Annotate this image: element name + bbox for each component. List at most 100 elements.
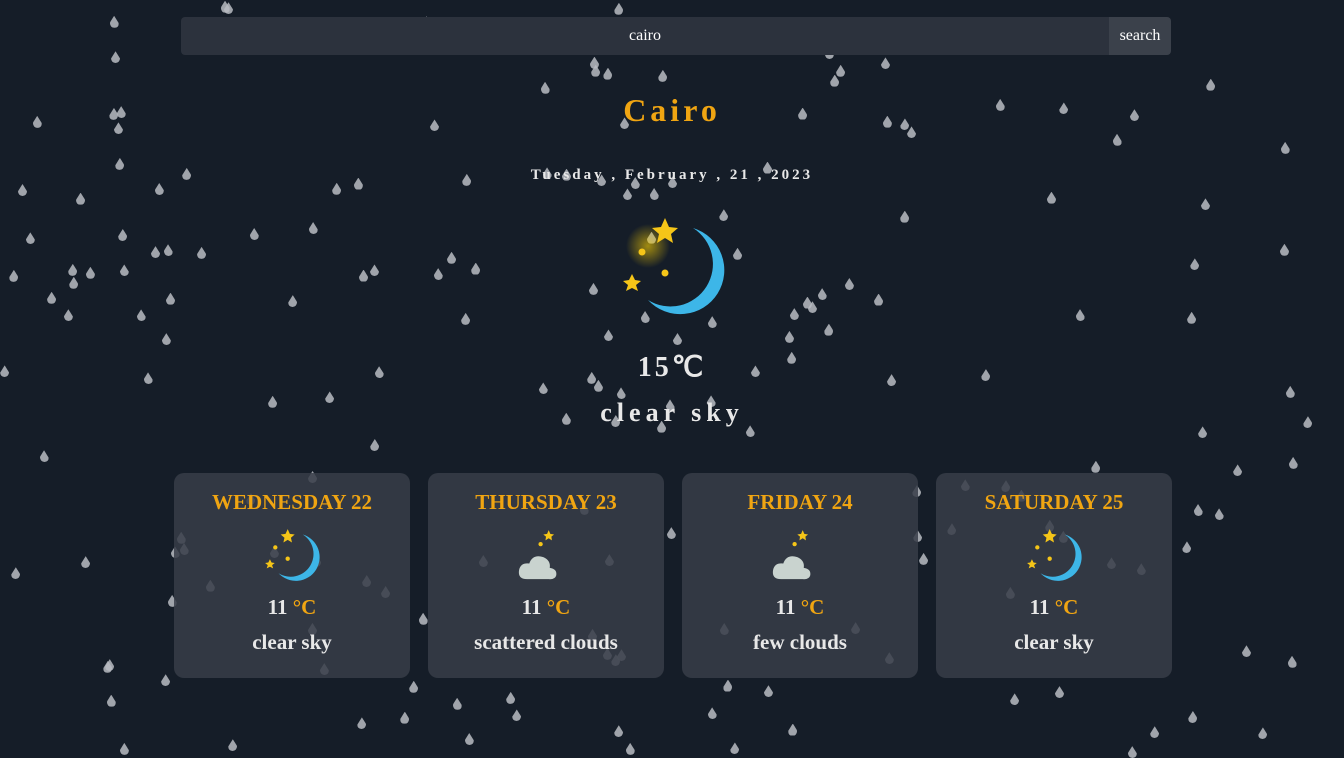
raindrop — [464, 733, 474, 746]
raindrop — [332, 182, 342, 195]
raindrop — [111, 51, 121, 64]
raindrop — [452, 697, 462, 710]
raindrop — [807, 301, 817, 314]
raindrop — [433, 268, 443, 281]
raindrop — [369, 264, 379, 277]
raindrop — [1200, 198, 1210, 211]
raindrop — [538, 382, 548, 395]
raindrop — [614, 725, 624, 738]
forecast-temp: 11 °C — [521, 595, 571, 619]
forecast-temp: 11 °C — [267, 595, 317, 619]
raindrop — [18, 184, 27, 196]
raindrop — [68, 263, 78, 276]
raindrop — [1187, 311, 1197, 324]
forecast-list: WEDNESDAY 22 11 °C clear sky THURSDAY 23… — [174, 473, 1172, 678]
clear-night-icon — [936, 525, 1172, 587]
raindrop — [85, 266, 95, 279]
raindrop — [1280, 141, 1290, 154]
raindrop — [707, 707, 717, 720]
raindrop — [733, 247, 743, 260]
raindrop — [830, 74, 840, 87]
raindrop — [658, 69, 668, 82]
raindrop — [223, 2, 233, 15]
raindrop — [471, 262, 481, 275]
raindrop — [69, 276, 79, 289]
raindrop — [874, 293, 884, 306]
raindrop — [103, 660, 113, 673]
raindrop — [165, 292, 175, 305]
raindrop — [589, 56, 599, 69]
raindrop — [836, 64, 846, 77]
forecast-description: scattered clouds — [474, 630, 618, 654]
raindrop — [789, 308, 799, 321]
raindrop — [119, 742, 129, 755]
raindrop — [154, 182, 164, 195]
raindrop — [1127, 746, 1137, 758]
raindrop — [1258, 727, 1268, 740]
current-description: clear sky — [600, 398, 744, 427]
raindrop — [1010, 693, 1020, 706]
raindrop — [603, 329, 613, 342]
raindrop — [63, 309, 73, 322]
raindrop — [249, 228, 259, 241]
raindrop — [1182, 541, 1192, 554]
raindrop — [1214, 508, 1224, 521]
raindrop — [106, 694, 116, 707]
raindrop — [824, 323, 834, 336]
clear-night-icon — [618, 216, 728, 325]
raindrop — [784, 330, 794, 343]
raindrop — [506, 691, 516, 704]
raindrop — [844, 277, 854, 290]
raindrop — [161, 333, 171, 346]
raindrop — [409, 680, 419, 693]
raindrop — [25, 232, 35, 245]
forecast-temp: 11 °C — [775, 595, 825, 619]
forecast-day: WEDNESDAY 22 — [211, 490, 373, 514]
raindrop — [9, 269, 19, 282]
current-date: Tuesday , February , 21 , 2023 — [530, 167, 814, 183]
raindrop — [1075, 309, 1085, 322]
forecast-day: THURSDAY 23 — [475, 490, 617, 514]
raindrop — [39, 450, 49, 463]
raindrop — [730, 742, 740, 755]
raindrop — [197, 246, 207, 259]
raindrop — [1190, 258, 1200, 271]
raindrop — [105, 659, 115, 672]
raindrop — [359, 269, 369, 282]
raindrop — [119, 264, 129, 277]
raindrop — [649, 187, 659, 200]
raindrop — [161, 674, 171, 687]
search-bar: search — [181, 17, 1171, 55]
search-button[interactable]: search — [1109, 17, 1171, 55]
raindrop — [1054, 686, 1064, 699]
raindrop — [1150, 726, 1160, 739]
raindrop — [512, 709, 522, 722]
raindrop — [11, 567, 21, 580]
raindrop — [163, 244, 173, 257]
raindrop — [109, 15, 119, 28]
clear-night-icon — [174, 525, 410, 587]
raindrop — [1112, 133, 1122, 146]
raindrop — [802, 296, 812, 309]
search-input[interactable] — [181, 17, 1109, 55]
raindrop — [1233, 464, 1243, 477]
cloudy-night-icon — [428, 525, 664, 587]
forecast-card: SATURDAY 25 11 °C clear sky — [936, 473, 1172, 678]
raindrop — [136, 309, 146, 322]
raindrop — [81, 556, 91, 569]
raindrop — [1279, 243, 1289, 256]
forecast-description: clear sky — [1014, 630, 1094, 654]
raindrop — [288, 295, 298, 308]
raindrop — [1198, 426, 1208, 439]
raindrop — [622, 188, 632, 201]
raindrop — [1046, 191, 1056, 204]
raindrop — [603, 67, 613, 80]
forecast-temp: 11 °C — [1029, 595, 1079, 619]
raindrop — [447, 251, 457, 264]
raindrop — [614, 2, 624, 15]
raindrop — [1285, 385, 1295, 398]
forecast-card: FRIDAY 24 11 °C few clouds — [682, 473, 918, 678]
forecast-day: SATURDAY 25 — [984, 490, 1124, 514]
raindrop — [625, 742, 635, 755]
raindrop — [1188, 710, 1198, 723]
